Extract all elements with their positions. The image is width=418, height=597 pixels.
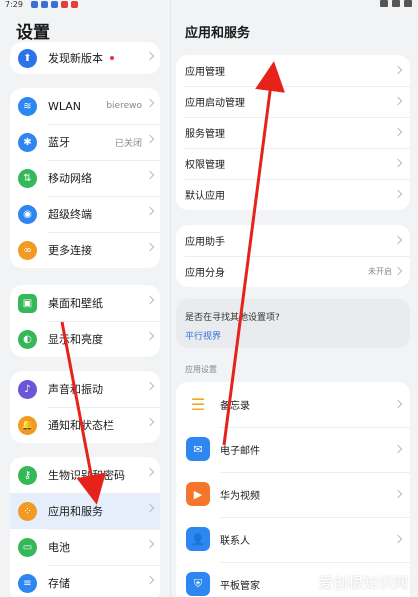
arrow-to-app-management <box>222 61 285 446</box>
watermark: 爱创根知识网 <box>317 574 408 592</box>
annotation-arrows <box>60 61 285 505</box>
arrow-to-apps-services <box>60 321 106 505</box>
